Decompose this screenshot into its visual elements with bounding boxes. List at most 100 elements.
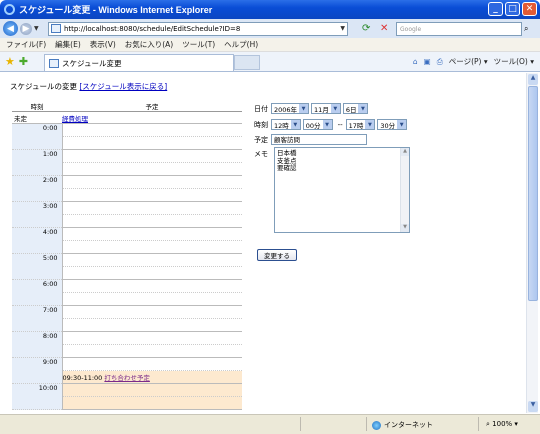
menu-help[interactable]: ヘルプ(H) — [224, 39, 258, 50]
end-minute-value: 30分 — [380, 121, 396, 130]
event-cell-cont[interactable] — [62, 383, 242, 397]
tab-schedule-edit[interactable]: スケジュール変更 — [44, 54, 234, 71]
slot[interactable] — [62, 149, 242, 163]
page-scrollbar[interactable]: ▲ ▼ — [526, 73, 538, 413]
schedule-table: 時刻 予定 未定 経費処理 0:00 1:00 2:00 3:00 4:00 5… — [12, 101, 242, 410]
scrollbar-thumb[interactable] — [528, 86, 538, 301]
day-value: 6日 — [345, 105, 357, 114]
menu-bar: ファイル(F) 編集(E) 表示(V) お気に入り(A) ツール(T) ヘルプ(… — [0, 38, 540, 52]
minimize-button[interactable]: _ — [488, 2, 503, 16]
chevron-down-icon: ▼ — [290, 120, 300, 129]
add-favorite-icon[interactable]: ✚ — [19, 55, 28, 68]
submit-button[interactable]: 変更する — [257, 249, 297, 261]
unset-event-link[interactable]: 経費処理 — [62, 115, 88, 123]
menu-file[interactable]: ファイル(F) — [6, 39, 46, 50]
menu-tools[interactable]: ツール(T) — [182, 39, 215, 50]
hour-2: 2:00 — [12, 175, 63, 202]
window-title: スケジュール変更 - Windows Internet Explorer — [19, 5, 213, 15]
refresh-icon[interactable]: ⟳ — [362, 23, 370, 34]
event-cell[interactable]: 09:30-11:00 打ち合わせ予定 — [62, 370, 242, 384]
slot[interactable] — [62, 344, 242, 358]
plan-row: 予定 顧客訪問 — [254, 134, 367, 145]
slot[interactable] — [62, 305, 242, 319]
slot[interactable] — [62, 227, 242, 241]
month-select[interactable]: 11月 ▼ — [311, 103, 341, 114]
slot[interactable] — [62, 253, 242, 267]
menu-view[interactable]: 表示(V) — [90, 39, 116, 50]
slot[interactable] — [62, 331, 242, 345]
scroll-down-icon[interactable]: ▼ — [401, 224, 409, 232]
scroll-up-icon[interactable]: ▲ — [528, 74, 538, 85]
event-time: 09:30-11:00 — [62, 374, 103, 382]
new-tab-button[interactable] — [234, 55, 260, 70]
forward-button[interactable]: ▶ — [20, 22, 32, 35]
feed-icon[interactable]: ▣ — [424, 57, 431, 66]
col-plan-header: 予定 — [62, 101, 242, 112]
menu-edit[interactable]: 編集(E) — [55, 39, 81, 50]
slot[interactable] — [62, 318, 242, 332]
tools-menu[interactable]: ツール(O) ▾ — [494, 56, 534, 67]
memo-scrollbar[interactable]: ▲ ▼ — [400, 148, 409, 232]
ie-logo-icon — [4, 4, 15, 15]
chevron-down-icon: ▼ — [397, 120, 407, 129]
plan-input[interactable]: 顧客訪問 — [271, 134, 367, 145]
favorites-star-icon[interactable]: ★ — [5, 55, 15, 68]
hour-9: 9:00 — [12, 357, 63, 384]
year-select[interactable]: 2006年 ▼ — [271, 103, 310, 114]
address-bar: ◀ ▶ ▼ http://localhost:8080/schedule/Edi… — [0, 19, 540, 38]
page-menu[interactable]: ページ(P) ▾ — [449, 56, 488, 67]
slot[interactable] — [62, 201, 242, 215]
slot[interactable] — [62, 279, 242, 293]
slot[interactable] — [62, 357, 242, 371]
hour-5: 5:00 — [12, 253, 63, 280]
slot[interactable] — [62, 136, 242, 150]
search-icon[interactable]: ⌕ — [524, 24, 528, 34]
zone-label: インターネット — [384, 421, 433, 429]
unset-label: 未定 — [12, 111, 62, 124]
status-divider — [300, 417, 301, 431]
end-hour-select[interactable]: 17時 ▼ — [345, 119, 376, 130]
start-hour-select[interactable]: 12時 ▼ — [271, 119, 301, 130]
slot[interactable] — [62, 162, 242, 176]
url-dropdown-icon[interactable]: ▼ — [340, 25, 345, 32]
year-value: 2006年 — [274, 105, 298, 114]
scroll-up-icon[interactable]: ▲ — [401, 148, 409, 156]
stop-icon[interactable]: ✕ — [380, 23, 388, 34]
tab-bar: ★ ✚ スケジュール変更 ⌂ ▣ ⎙ ページ(P) ▾ ツール(O) ▾ — [0, 52, 540, 72]
end-minute-select[interactable]: 30分 ▼ — [377, 119, 408, 130]
status-divider — [366, 417, 367, 431]
slot[interactable] — [62, 240, 242, 254]
title-bar: スケジュール変更 - Windows Internet Explorer _ □… — [0, 0, 540, 19]
url-text: http://localhost:8080/schedule/EditSched… — [64, 24, 241, 33]
slot[interactable] — [62, 266, 242, 280]
day-select[interactable]: 6日 ▼ — [342, 103, 369, 114]
memo-textarea[interactable]: 日本橋 支釜点 要確認 ▲ ▼ — [274, 147, 410, 233]
zoom-level[interactable]: ⌕ 100% ▾ — [486, 420, 518, 429]
slot[interactable] — [62, 123, 242, 137]
start-minute-select[interactable]: 00分 ▼ — [302, 119, 333, 130]
menu-favorites[interactable]: お気に入り(A) — [125, 39, 173, 50]
back-button[interactable]: ◀ — [3, 21, 18, 36]
slot[interactable] — [62, 292, 242, 306]
scroll-down-icon[interactable]: ▼ — [528, 401, 538, 412]
maximize-button[interactable]: □ — [505, 2, 520, 16]
date-row: 日付 2006年 ▼ 11月 ▼ 6日 ▼ — [254, 103, 370, 114]
history-dropdown-icon[interactable]: ▼ — [34, 25, 39, 32]
slot[interactable] — [62, 188, 242, 202]
back-to-schedule-link[interactable]: [スケジュール表示に戻る] — [79, 82, 167, 91]
event-link[interactable]: 打ち合わせ予定 — [104, 374, 150, 382]
time-label: 時刻 — [254, 120, 268, 129]
close-button[interactable]: ✕ — [522, 2, 537, 16]
event-cell-cont[interactable] — [62, 396, 242, 410]
home-icon[interactable]: ⌂ — [413, 57, 418, 66]
search-input[interactable]: Google — [396, 21, 522, 36]
url-input[interactable]: http://localhost:8080/schedule/EditSched… — [48, 21, 348, 36]
print-icon[interactable]: ⎙ — [437, 57, 443, 67]
date-label: 日付 — [254, 104, 268, 113]
memo-row: メモ — [254, 149, 268, 159]
slot[interactable] — [62, 214, 242, 228]
slot[interactable] — [62, 175, 242, 189]
memo-label: メモ — [254, 150, 268, 158]
hour-1: 1:00 — [12, 149, 63, 176]
status-bar: インターネット ⌕ 100% ▾ — [0, 414, 540, 434]
